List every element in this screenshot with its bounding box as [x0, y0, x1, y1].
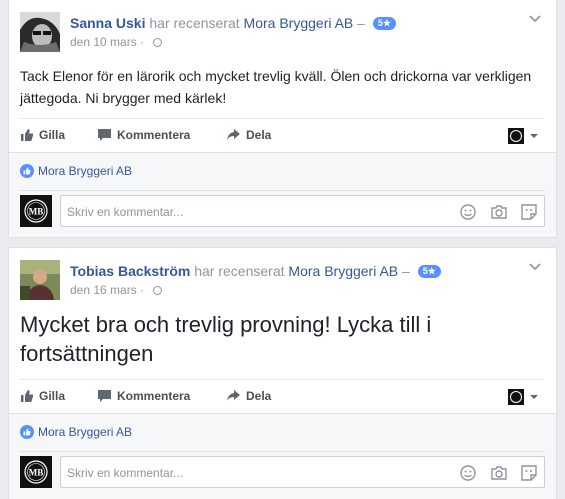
- review-post: Tobias Backström har recenserat Mora Bry…: [8, 247, 557, 499]
- share-label: Dela: [246, 128, 272, 142]
- chevron-down-icon[interactable]: [526, 260, 544, 274]
- post-text-line: fortsättningen: [20, 341, 154, 366]
- post-actions: Gilla Kommentera Dela: [20, 118, 544, 150]
- comment-icon: [98, 390, 111, 402]
- separator: ·: [140, 35, 145, 49]
- comment-placeholder: Skriv en kommentar...: [67, 466, 184, 480]
- dash: –: [357, 15, 365, 31]
- rating-badge: 5★: [417, 265, 441, 278]
- post-text: Mycket bra och trevlig provning! Lycka t…: [20, 310, 544, 368]
- post-header: Tobias Backström har recenserat Mora Bry…: [20, 260, 544, 302]
- page-link[interactable]: Mora Bryggeri AB: [288, 263, 398, 279]
- post-actions: Gilla Kommentera Dela: [20, 379, 544, 411]
- like-button[interactable]: Gilla: [20, 127, 65, 143]
- post-text: Tack Elenor för en lärorik och mycket tr…: [20, 65, 544, 109]
- camera-icon[interactable]: [490, 464, 508, 482]
- comment-composer: MB Skriv en kommentar...: [20, 451, 545, 488]
- post-text-line: Tack Elenor för en lärorik och mycket tr…: [20, 68, 532, 84]
- post-date[interactable]: den 10 mars: [70, 35, 137, 49]
- comment-label: Kommentera: [117, 389, 191, 403]
- input-icons: [450, 203, 538, 221]
- post-date[interactable]: den 16 mars: [70, 283, 137, 297]
- page-logo: MB: [20, 195, 52, 227]
- emoji-icon[interactable]: [459, 203, 477, 221]
- like-icon: [20, 164, 34, 178]
- author-name[interactable]: Tobias Backström: [70, 263, 190, 279]
- page-logo-text: MB: [29, 468, 44, 478]
- comment-icon: [98, 129, 111, 141]
- camera-icon[interactable]: [490, 203, 508, 221]
- comment-button[interactable]: Kommentera: [97, 388, 190, 404]
- likes-summary[interactable]: Mora Bryggeri AB: [20, 424, 132, 440]
- author-avatar[interactable]: [20, 260, 60, 300]
- comment-composer: MB Skriv en kommentar...: [20, 190, 545, 227]
- post-header-text: Sanna Uski har recenserat Mora Bryggeri …: [70, 14, 396, 50]
- comment-button[interactable]: Kommentera: [97, 127, 190, 143]
- page-logo: MB: [20, 456, 52, 488]
- like-label: Gilla: [39, 128, 66, 142]
- like-icon: [21, 390, 34, 402]
- emoji-icon[interactable]: [459, 464, 477, 482]
- post-header: Sanna Uski har recenserat Mora Bryggeri …: [20, 12, 544, 54]
- likes-summary[interactable]: Mora Bryggeri AB: [20, 163, 132, 179]
- page-voice-selector[interactable]: [508, 388, 544, 406]
- globe-icon: [153, 38, 163, 47]
- page-logo-text: MB: [29, 207, 44, 217]
- sticker-icon[interactable]: [520, 203, 538, 221]
- like-button[interactable]: Gilla: [20, 388, 65, 404]
- comment-input[interactable]: Skriv en kommentar...: [60, 456, 545, 488]
- review-verb: har recenserat: [149, 15, 240, 31]
- likes-by[interactable]: Mora Bryggeri AB: [38, 425, 132, 439]
- review-verb: har recenserat: [194, 263, 285, 279]
- comments-section: Mora Bryggeri AB MB Skriv en kommentar..…: [9, 413, 556, 499]
- review-post: Sanna Uski har recenserat Mora Bryggeri …: [8, 0, 557, 238]
- like-icon: [21, 129, 34, 141]
- page-link[interactable]: Mora Bryggeri AB: [244, 15, 354, 31]
- author-name[interactable]: Sanna Uski: [70, 15, 145, 31]
- comment-input[interactable]: Skriv en kommentar...: [60, 195, 545, 227]
- share-button[interactable]: Dela: [226, 388, 271, 404]
- chevron-down-icon[interactable]: [526, 12, 544, 26]
- share-label: Dela: [246, 389, 272, 403]
- share-icon: [227, 129, 240, 140]
- input-icons: [450, 464, 538, 482]
- like-label: Gilla: [39, 389, 66, 403]
- comment-placeholder: Skriv en kommentar...: [67, 205, 184, 219]
- share-icon: [227, 390, 240, 401]
- comments-section: Mora Bryggeri AB MB Skriv en kommentar..…: [9, 152, 556, 237]
- sticker-icon[interactable]: [520, 464, 538, 482]
- post-text-line: jättegoda. Ni brygger med kärlek!: [20, 90, 227, 106]
- post-text-line: Mycket bra och trevlig provning! Lycka t…: [20, 312, 432, 337]
- share-button[interactable]: Dela: [226, 127, 271, 143]
- like-icon: [20, 425, 34, 439]
- rating-badge: 5★: [372, 17, 396, 30]
- dash: –: [402, 263, 410, 279]
- post-header-text: Tobias Backström har recenserat Mora Bry…: [70, 262, 441, 298]
- page-voice-selector[interactable]: [508, 127, 544, 145]
- likes-by[interactable]: Mora Bryggeri AB: [38, 164, 132, 178]
- separator: ·: [140, 283, 145, 297]
- author-avatar[interactable]: [20, 12, 60, 52]
- comment-label: Kommentera: [117, 128, 191, 142]
- globe-icon: [153, 286, 163, 295]
